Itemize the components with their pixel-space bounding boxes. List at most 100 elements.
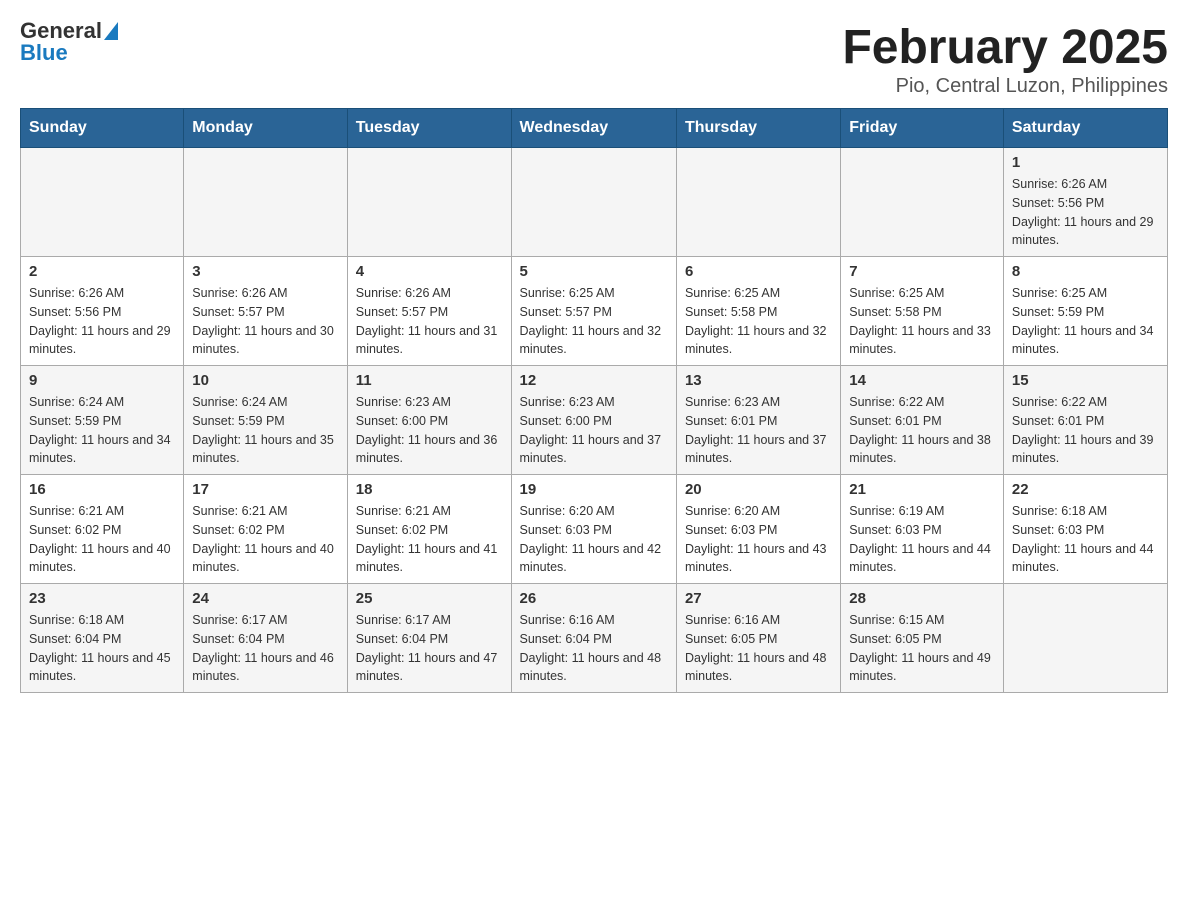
- day-number: 5: [520, 263, 668, 280]
- calendar-day-cell: 3 Sunrise: 6:26 AMSunset: 5:57 PMDaylight…: [184, 257, 347, 366]
- day-number: 16: [29, 481, 175, 498]
- day-number: 28: [849, 590, 995, 607]
- calendar-day-cell: 9 Sunrise: 6:24 AMSunset: 5:59 PMDaylight…: [21, 366, 184, 475]
- calendar-day-cell: 24Sunrise: 6:17 AMSunset: 6:04 PMDayligh…: [184, 584, 347, 693]
- day-number: 12: [520, 372, 668, 389]
- day-info: Sunrise: 6:15 AMSunset: 6:05 PMDaylight:…: [849, 611, 995, 686]
- day-info: Sunrise: 6:25 AMSunset: 5:58 PMDaylight:…: [849, 284, 995, 359]
- calendar-header: SundayMondayTuesdayWednesdayThursdayFrid…: [21, 109, 1168, 148]
- day-info: Sunrise: 6:18 AMSunset: 6:04 PMDaylight:…: [29, 611, 175, 686]
- calendar-subtitle: Pio, Central Luzon, Philippines: [842, 75, 1168, 98]
- day-info: Sunrise: 6:24 AMSunset: 5:59 PMDaylight:…: [29, 393, 175, 468]
- day-info: Sunrise: 6:22 AMSunset: 6:01 PMDaylight:…: [849, 393, 995, 468]
- calendar-day-cell: 5 Sunrise: 6:25 AMSunset: 5:57 PMDaylight…: [511, 257, 676, 366]
- calendar-day-cell: 17 Sunrise: 6:21 AMSunset: 6:02 PMDayligh…: [184, 475, 347, 584]
- day-number: 21: [849, 481, 995, 498]
- weekday-header-row: SundayMondayTuesdayWednesdayThursdayFrid…: [21, 109, 1168, 148]
- day-number: 13: [685, 372, 832, 389]
- day-info: Sunrise: 6:26 AMSunset: 5:57 PMDaylight:…: [192, 284, 338, 359]
- calendar-week-row: 16 Sunrise: 6:21 AMSunset: 6:02 PMDayligh…: [21, 475, 1168, 584]
- weekday-header-monday: Monday: [184, 109, 347, 148]
- calendar-day-cell: 22 Sunrise: 6:18 AMSunset: 6:03 PMDayligh…: [1003, 475, 1167, 584]
- calendar-day-cell: 27 Sunrise: 6:16 AMSunset: 6:05 PMDayligh…: [676, 584, 840, 693]
- day-info: Sunrise: 6:22 AMSunset: 6:01 PMDaylight:…: [1012, 393, 1159, 468]
- day-number: 22: [1012, 481, 1159, 498]
- calendar-day-cell: 11 Sunrise: 6:23 AMSunset: 6:00 PMDayligh…: [347, 366, 511, 475]
- calendar-title-block: February 2025 Pio, Central Luzon, Philip…: [842, 20, 1168, 98]
- day-info: Sunrise: 6:26 AMSunset: 5:56 PMDaylight:…: [29, 284, 175, 359]
- calendar-day-cell: 18 Sunrise: 6:21 AMSunset: 6:02 PMDayligh…: [347, 475, 511, 584]
- day-number: 23: [29, 590, 175, 607]
- day-number: 11: [356, 372, 503, 389]
- calendar-day-cell: 8 Sunrise: 6:25 AMSunset: 5:59 PMDaylight…: [1003, 257, 1167, 366]
- calendar-week-row: 23 Sunrise: 6:18 AMSunset: 6:04 PMDayligh…: [21, 584, 1168, 693]
- day-number: 18: [356, 481, 503, 498]
- day-number: 15: [1012, 372, 1159, 389]
- calendar-day-cell: 16Sunrise: 6:21 AMSunset: 6:02 PMDayligh…: [21, 475, 184, 584]
- day-info: Sunrise: 6:26 AMSunset: 5:56 PMDaylight:…: [1012, 175, 1159, 250]
- day-number: 2: [29, 263, 175, 280]
- page-header: General Blue February 2025 Pio, Central …: [20, 20, 1168, 98]
- weekday-header-friday: Friday: [841, 109, 1004, 148]
- calendar-day-cell: 2 Sunrise: 6:26 AMSunset: 5:56 PMDaylight…: [21, 257, 184, 366]
- day-number: 17: [192, 481, 338, 498]
- calendar-week-row: 9 Sunrise: 6:24 AMSunset: 5:59 PMDaylight…: [21, 366, 1168, 475]
- weekday-header-tuesday: Tuesday: [347, 109, 511, 148]
- logo-text-general: General: [20, 20, 102, 42]
- day-number: 8: [1012, 263, 1159, 280]
- day-info: Sunrise: 6:20 AMSunset: 6:03 PMDaylight:…: [520, 502, 668, 577]
- day-info: Sunrise: 6:26 AMSunset: 5:57 PMDaylight:…: [356, 284, 503, 359]
- calendar-day-cell: 28 Sunrise: 6:15 AMSunset: 6:05 PMDayligh…: [841, 584, 1004, 693]
- calendar-day-cell: 10 Sunrise: 6:24 AMSunset: 5:59 PMDayligh…: [184, 366, 347, 475]
- day-info: Sunrise: 6:16 AMSunset: 6:05 PMDaylight:…: [685, 611, 832, 686]
- calendar-day-cell: 25 Sunrise: 6:17 AMSunset: 6:04 PMDayligh…: [347, 584, 511, 693]
- calendar-body: 1Sunrise: 6:26 AMSunset: 5:56 PMDaylight…: [21, 148, 1168, 693]
- day-info: Sunrise: 6:19 AMSunset: 6:03 PMDaylight:…: [849, 502, 995, 577]
- weekday-header-saturday: Saturday: [1003, 109, 1167, 148]
- day-number: 26: [520, 590, 668, 607]
- calendar-day-cell: 21 Sunrise: 6:19 AMSunset: 6:03 PMDayligh…: [841, 475, 1004, 584]
- day-number: 25: [356, 590, 503, 607]
- calendar-day-cell: [1003, 584, 1167, 693]
- day-info: Sunrise: 6:17 AMSunset: 6:04 PMDaylight:…: [356, 611, 503, 686]
- day-info: Sunrise: 6:16 AMSunset: 6:04 PMDaylight:…: [520, 611, 668, 686]
- day-info: Sunrise: 6:23 AMSunset: 6:00 PMDaylight:…: [520, 393, 668, 468]
- day-info: Sunrise: 6:25 AMSunset: 5:57 PMDaylight:…: [520, 284, 668, 359]
- calendar-day-cell: [184, 148, 347, 257]
- day-number: 14: [849, 372, 995, 389]
- day-number: 10: [192, 372, 338, 389]
- calendar-day-cell: 7Sunrise: 6:25 AMSunset: 5:58 PMDaylight…: [841, 257, 1004, 366]
- calendar-table: SundayMondayTuesdayWednesdayThursdayFrid…: [20, 108, 1168, 693]
- day-info: Sunrise: 6:23 AMSunset: 6:00 PMDaylight:…: [356, 393, 503, 468]
- calendar-day-cell: 14 Sunrise: 6:22 AMSunset: 6:01 PMDayligh…: [841, 366, 1004, 475]
- day-info: Sunrise: 6:17 AMSunset: 6:04 PMDaylight:…: [192, 611, 338, 686]
- weekday-header-sunday: Sunday: [21, 109, 184, 148]
- calendar-week-row: 2 Sunrise: 6:26 AMSunset: 5:56 PMDaylight…: [21, 257, 1168, 366]
- calendar-day-cell: 12 Sunrise: 6:23 AMSunset: 6:00 PMDayligh…: [511, 366, 676, 475]
- logo-text-blue: Blue: [20, 40, 68, 65]
- day-number: 4: [356, 263, 503, 280]
- day-number: 9: [29, 372, 175, 389]
- calendar-day-cell: 13 Sunrise: 6:23 AMSunset: 6:01 PMDayligh…: [676, 366, 840, 475]
- day-info: Sunrise: 6:25 AMSunset: 5:59 PMDaylight:…: [1012, 284, 1159, 359]
- day-info: Sunrise: 6:21 AMSunset: 6:02 PMDaylight:…: [356, 502, 503, 577]
- calendar-day-cell: [676, 148, 840, 257]
- day-number: 6: [685, 263, 832, 280]
- logo: General Blue: [20, 20, 118, 65]
- day-number: 3: [192, 263, 338, 280]
- day-number: 20: [685, 481, 832, 498]
- calendar-day-cell: [841, 148, 1004, 257]
- day-info: Sunrise: 6:25 AMSunset: 5:58 PMDaylight:…: [685, 284, 832, 359]
- day-number: 27: [685, 590, 832, 607]
- day-info: Sunrise: 6:23 AMSunset: 6:01 PMDaylight:…: [685, 393, 832, 468]
- day-info: Sunrise: 6:21 AMSunset: 6:02 PMDaylight:…: [192, 502, 338, 577]
- calendar-day-cell: 6 Sunrise: 6:25 AMSunset: 5:58 PMDaylight…: [676, 257, 840, 366]
- calendar-day-cell: [21, 148, 184, 257]
- day-info: Sunrise: 6:18 AMSunset: 6:03 PMDaylight:…: [1012, 502, 1159, 577]
- weekday-header-wednesday: Wednesday: [511, 109, 676, 148]
- day-info: Sunrise: 6:24 AMSunset: 5:59 PMDaylight:…: [192, 393, 338, 468]
- calendar-day-cell: 20Sunrise: 6:20 AMSunset: 6:03 PMDayligh…: [676, 475, 840, 584]
- calendar-day-cell: 23 Sunrise: 6:18 AMSunset: 6:04 PMDayligh…: [21, 584, 184, 693]
- calendar-day-cell: 1Sunrise: 6:26 AMSunset: 5:56 PMDaylight…: [1003, 148, 1167, 257]
- day-number: 19: [520, 481, 668, 498]
